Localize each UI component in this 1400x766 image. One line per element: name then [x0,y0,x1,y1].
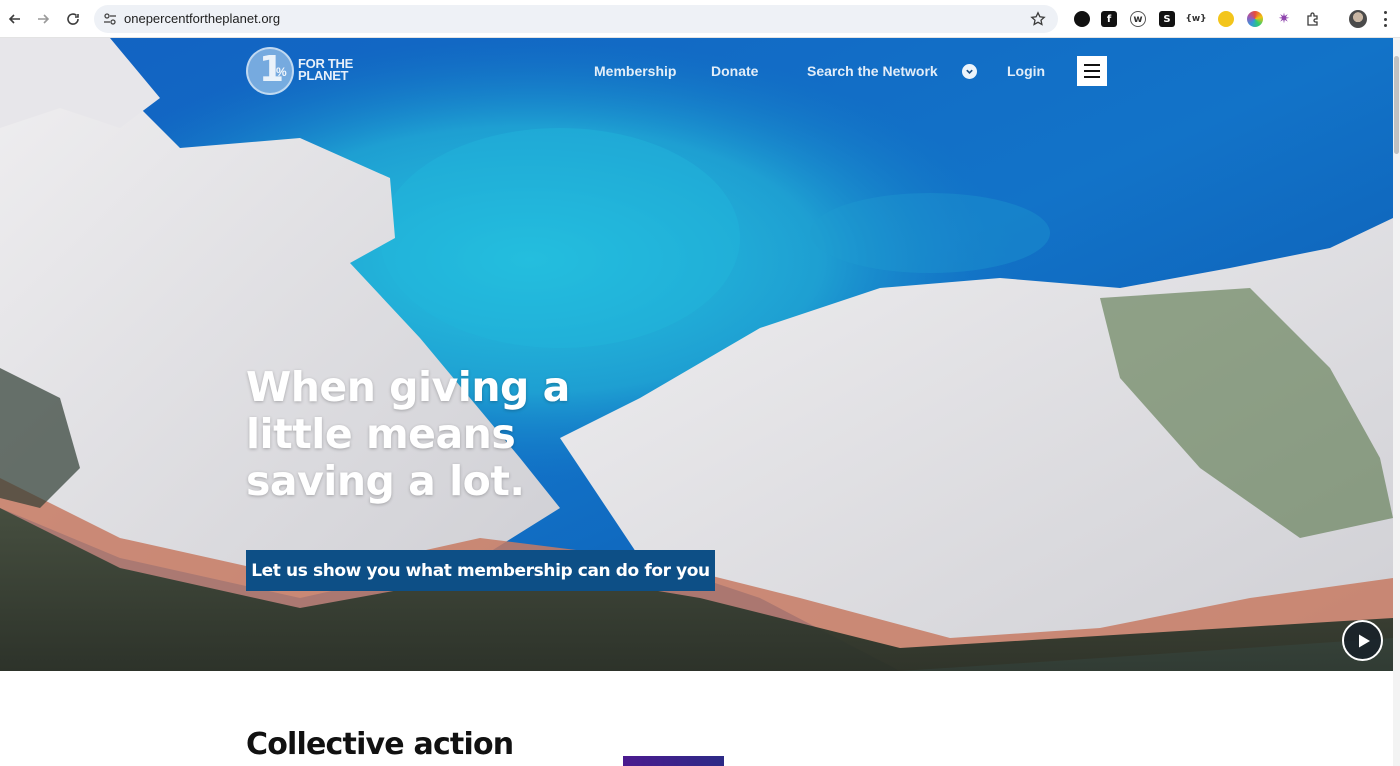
scrollbar-thumb[interactable] [1394,56,1399,154]
url-text[interactable]: onepercentfortheplanet.org [124,11,280,26]
extension-icon[interactable]: S [1159,11,1175,27]
headline-line: When giving a [246,363,570,411]
site-logo[interactable]: 1 % FOR THE PLANET [246,47,366,97]
section-title: Collective action [246,727,514,762]
hamburger-menu-button[interactable] [1077,56,1107,86]
chevron-down-icon[interactable] [962,64,977,79]
hero-section: 1 % FOR THE PLANET Membership Donate Sea… [0,38,1393,671]
browser-toolbar: onepercentfortheplanet.org f w S {w} ✷ [0,0,1400,38]
nav-link-login[interactable]: Login [1007,63,1045,79]
extension-icon[interactable] [1074,11,1090,27]
reload-icon[interactable] [63,9,83,29]
forward-icon[interactable] [33,9,53,29]
bookmark-star-icon[interactable] [1030,11,1046,27]
puzzle-icon[interactable] [1305,11,1321,27]
nav-link-donate[interactable]: Donate [711,63,758,79]
play-video-button[interactable] [1342,620,1383,661]
logo-wordmark: FOR THE PLANET [298,57,353,83]
logo-percent: % [276,65,287,79]
logo-line-2: PLANET [298,68,349,83]
extension-icon[interactable] [1247,11,1263,27]
hero-headline: When giving a little means saving a lot. [246,364,626,505]
extension-icon[interactable]: w [1130,11,1146,27]
site-info-icon[interactable] [102,11,118,27]
membership-cta-button[interactable]: Let us show you what membership can do f… [246,550,715,591]
extension-icon[interactable]: {w} [1185,11,1207,27]
page-scrollbar[interactable] [1393,38,1400,766]
headline-line: saving a lot. [246,457,525,505]
address-bar[interactable]: onepercentfortheplanet.org [94,5,1058,33]
extension-icon[interactable]: ✷ [1276,11,1292,27]
extension-icon[interactable]: f [1101,11,1117,27]
section-image [623,756,724,766]
headline-line: little means [246,410,516,458]
menu-kebab-icon[interactable] [1381,11,1389,27]
play-icon [1358,634,1370,647]
back-icon[interactable] [5,9,25,29]
profile-avatar[interactable] [1349,10,1367,28]
extension-icon[interactable] [1218,11,1234,27]
nav-link-membership[interactable]: Membership [594,63,676,79]
nav-link-search-network[interactable]: Search the Network [807,63,938,79]
